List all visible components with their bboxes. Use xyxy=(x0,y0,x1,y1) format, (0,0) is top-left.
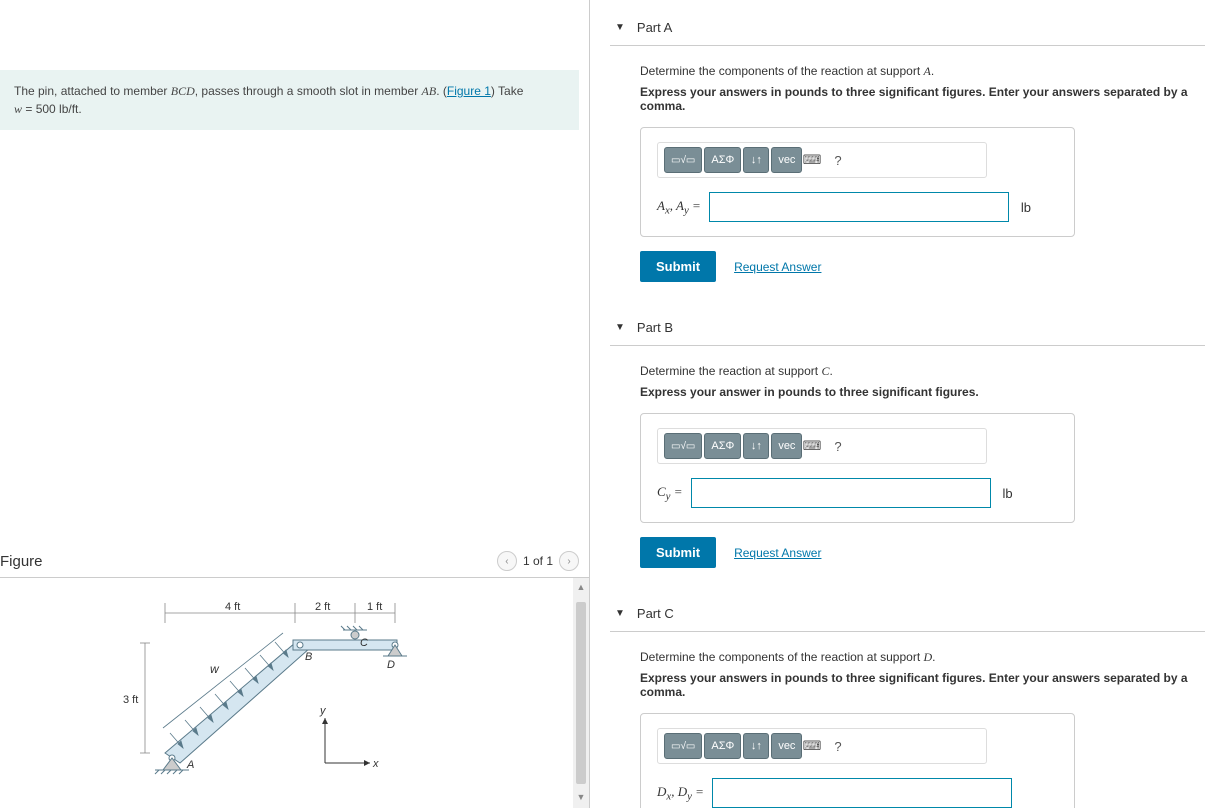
answer-input[interactable] xyxy=(712,778,1012,808)
equation-toolbar: ▭√▭ ΑΣΦ ↓↑ vec ↶ ↷ ↻ ⌨ ? xyxy=(657,428,987,464)
subscript-button[interactable]: ↓↑ xyxy=(743,433,769,459)
unit-label: lb xyxy=(1003,486,1013,501)
axis-x: x xyxy=(372,758,379,770)
label-w: w xyxy=(210,662,220,676)
var-ab: AB xyxy=(422,84,437,98)
request-answer-link[interactable]: Request Answer xyxy=(734,260,821,274)
caret-down-icon: ▼ xyxy=(615,608,625,619)
text: , passes through a smooth slot in member xyxy=(195,84,422,98)
figure-title: Figure xyxy=(0,553,43,570)
figure-link[interactable]: Figure 1 xyxy=(447,84,491,98)
part-instructions: Express your answer in pounds to three s… xyxy=(640,385,1200,399)
answer-input[interactable] xyxy=(709,192,1009,222)
figure-next-button[interactable]: › xyxy=(559,551,579,571)
label-c: C xyxy=(360,637,368,649)
help-icon[interactable]: ? xyxy=(827,435,849,457)
greek-button[interactable]: ΑΣΦ xyxy=(704,733,741,759)
answer-label: Ax, Ay = xyxy=(657,198,701,217)
text: = 500 lb/ft. xyxy=(22,102,82,116)
part-prompt: Determine the components of the reaction… xyxy=(640,650,1200,665)
label-b: B xyxy=(305,651,312,663)
help-icon[interactable]: ? xyxy=(827,149,849,171)
answer-box: ▭√▭ ΑΣΦ ↓↑ vec ↶ ↷ ↻ ⌨ ? Ax, Ay = lb xyxy=(640,127,1075,237)
subscript-button[interactable]: ↓↑ xyxy=(743,147,769,173)
part-title: Part C xyxy=(637,606,674,621)
equation-toolbar: ▭√▭ ΑΣΦ ↓↑ vec ↶ ↷ ↻ ⌨ ? xyxy=(657,728,987,764)
answer-label: Cy = xyxy=(657,484,683,503)
text: ) Take xyxy=(491,84,523,98)
problem-statement: The pin, attached to member BCD, passes … xyxy=(0,70,579,130)
help-icon[interactable]: ? xyxy=(827,735,849,757)
vec-button[interactable]: vec xyxy=(771,147,802,173)
figure-canvas: 4 ft 2 ft 1 ft 3 ft xyxy=(0,578,589,808)
equation-toolbar: ▭√▭ ΑΣΦ ↓↑ vec ↶ ↷ ↻ ⌨ ? xyxy=(657,142,987,178)
unit-label: lb xyxy=(1021,200,1031,215)
scroll-up-icon[interactable]: ▲ xyxy=(575,582,587,594)
template-button[interactable]: ▭√▭ xyxy=(664,147,702,173)
figure-scrollbar[interactable]: ▲ ▼ xyxy=(573,578,589,808)
vec-button[interactable]: vec xyxy=(771,433,802,459)
answer-label: Dx, Dy = xyxy=(657,784,704,803)
var-bcd: BCD xyxy=(171,84,195,98)
figure-prev-button[interactable]: ‹ xyxy=(497,551,517,571)
greek-button[interactable]: ΑΣΦ xyxy=(704,433,741,459)
answer-box: ▭√▭ ΑΣΦ ↓↑ vec ↶ ↷ ↻ ⌨ ? Cy = lb xyxy=(640,413,1075,523)
keyboard-icon[interactable]: ⌨ xyxy=(801,149,823,171)
answer-box: ▭√▭ ΑΣΦ ↓↑ vec ↶ ↷ ↻ ⌨ ? Dx, Dy = xyxy=(640,713,1075,808)
part-title: Part B xyxy=(637,320,673,335)
figure-counter: 1 of 1 xyxy=(523,554,553,568)
scroll-down-icon[interactable]: ▼ xyxy=(575,792,587,804)
request-answer-link[interactable]: Request Answer xyxy=(734,546,821,560)
text: The pin, attached to member xyxy=(14,84,171,98)
keyboard-icon[interactable]: ⌨ xyxy=(801,435,823,457)
label-d: D xyxy=(387,659,395,671)
scroll-thumb[interactable] xyxy=(576,602,586,784)
dim-4ft: 4 ft xyxy=(225,601,240,613)
part-c-header[interactable]: ▼ Part C xyxy=(610,596,1205,632)
template-button[interactable]: ▭√▭ xyxy=(664,733,702,759)
greek-button[interactable]: ΑΣΦ xyxy=(704,147,741,173)
dim-2ft: 2 ft xyxy=(315,601,330,613)
part-title: Part A xyxy=(637,20,672,35)
template-button[interactable]: ▭√▭ xyxy=(664,433,702,459)
part-instructions: Express your answers in pounds to three … xyxy=(640,85,1200,113)
axis-y: y xyxy=(319,705,327,717)
vec-button[interactable]: vec xyxy=(771,733,802,759)
submit-button[interactable]: Submit xyxy=(640,251,716,282)
var-w: w xyxy=(14,102,22,116)
keyboard-icon[interactable]: ⌨ xyxy=(801,735,823,757)
answer-input[interactable] xyxy=(691,478,991,508)
part-prompt: Determine the reaction at support C. xyxy=(640,364,1200,379)
caret-down-icon: ▼ xyxy=(615,322,625,333)
label-a: A xyxy=(186,759,194,771)
part-prompt: Determine the components of the reaction… xyxy=(640,64,1200,79)
submit-button[interactable]: Submit xyxy=(640,537,716,568)
dim-1ft: 1 ft xyxy=(367,601,382,613)
part-instructions: Express your answers in pounds to three … xyxy=(640,671,1200,699)
text: . ( xyxy=(436,84,447,98)
part-a-header[interactable]: ▼ Part A xyxy=(610,10,1205,46)
part-b-header[interactable]: ▼ Part B xyxy=(610,310,1205,346)
dim-3ft: 3 ft xyxy=(123,694,138,706)
subscript-button[interactable]: ↓↑ xyxy=(743,733,769,759)
caret-down-icon: ▼ xyxy=(615,22,625,33)
